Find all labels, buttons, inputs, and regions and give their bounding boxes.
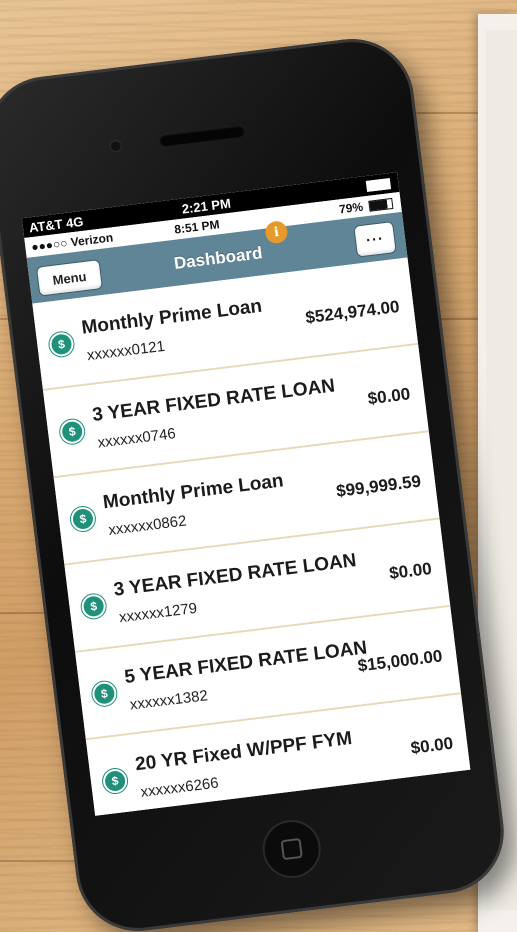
status-time: 8:51 PM: [173, 217, 221, 237]
accounts-list: $ Monthly Prime Loan $524,974.00 xxxxxx0…: [32, 257, 471, 816]
battery-icon: [365, 178, 392, 192]
account-number: xxxxxx6266: [139, 774, 220, 801]
account-balance: $0.00: [388, 558, 433, 584]
dollar-circle-icon: $: [61, 420, 84, 443]
dollar-circle-icon: $: [71, 507, 95, 531]
front-camera: [109, 139, 123, 153]
account-name: 3 YEAR FIXED RATE LOAN: [91, 375, 337, 427]
account-number: xxxxxx1382: [128, 687, 209, 714]
account-number: xxxxxx0862: [107, 512, 188, 539]
more-options-button[interactable]: ···: [353, 221, 397, 258]
account-name: 3 YEAR FIXED RATE LOAN: [112, 550, 358, 601]
battery-percent: 79%: [338, 199, 364, 217]
account-balance: $99,999.59: [335, 471, 422, 501]
phone-screen: AT&T 4G 2:21 PM ●●●○○ Verizon 8:51 PM 79…: [21, 172, 471, 816]
account-number: xxxxxx0746: [96, 425, 177, 452]
account-name: 20 YR Fixed W/PPF FYM: [134, 727, 354, 776]
earpiece-speaker: [158, 124, 246, 147]
home-square-icon: [280, 837, 303, 861]
account-balance: $15,000.00: [356, 646, 444, 676]
account-balance: $0.00: [409, 733, 455, 758]
dollar-circle-icon: $: [82, 595, 105, 618]
account-balance: $0.00: [366, 384, 412, 409]
dollar-circle-icon: $: [50, 333, 73, 356]
account-number: xxxxxx0121: [86, 337, 166, 365]
dollar-circle-icon: $: [93, 682, 116, 705]
account-name: Monthly Prime Loan: [101, 470, 285, 514]
phone-photo: AT&T 4G 2:21 PM ●●●○○ Verizon 8:51 PM 79…: [0, 0, 517, 932]
menu-button[interactable]: Menu: [35, 259, 104, 297]
account-balance: $524,974.00: [304, 296, 401, 328]
account-name: Monthly Prime Loan: [80, 295, 264, 339]
account-name: 5 YEAR FIXED RATE LOAN: [123, 637, 369, 689]
phone-body: AT&T 4G 2:21 PM ●●●○○ Verizon 8:51 PM 79…: [0, 32, 511, 932]
page-title: Dashboard: [172, 243, 264, 273]
account-number: xxxxxx1279: [118, 599, 199, 627]
dollar-circle-icon: $: [103, 769, 127, 793]
home-button[interactable]: [259, 816, 325, 882]
battery-icon: [368, 197, 394, 212]
